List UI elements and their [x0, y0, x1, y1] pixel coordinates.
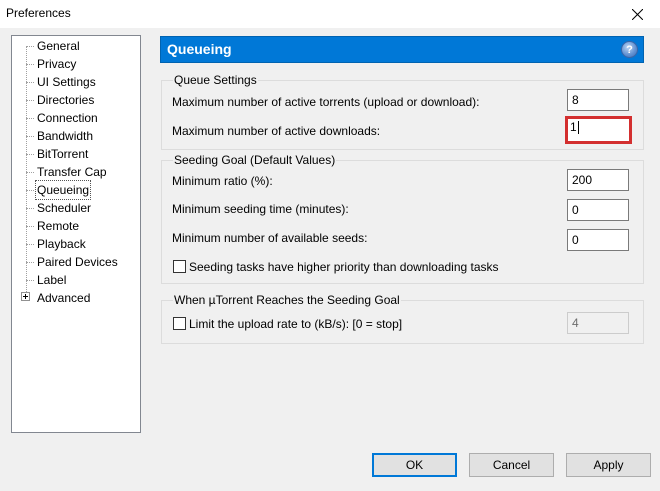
queue-settings-title: Queue Settings [173, 73, 258, 87]
tree-item-queueing[interactable]: Queueing [34, 180, 92, 200]
tree-connector [26, 118, 34, 119]
tree-connector [26, 154, 34, 155]
min-ratio-input[interactable]: 200 [567, 169, 629, 191]
tree-item-general[interactable]: General [36, 37, 81, 55]
max-active-downloads-input[interactable]: 1 [565, 116, 632, 144]
tree-item-transfer-cap[interactable]: Transfer Cap [36, 163, 108, 181]
tree-connector [26, 136, 34, 137]
tree-connector [26, 100, 34, 101]
tree-item-paired-devices[interactable]: Paired Devices [36, 253, 119, 271]
max-active-downloads-value: 1 [570, 120, 577, 134]
max-active-torrents-label: Maximum number of active torrents (uploa… [172, 95, 480, 109]
tree-item-bittorrent[interactable]: BitTorrent [36, 145, 89, 163]
limit-upload-input: 4 [567, 312, 629, 334]
tree-connector [26, 208, 34, 209]
seeding-priority-label[interactable]: Seeding tasks have higher priority than … [189, 260, 499, 274]
tree-item-advanced[interactable]: Advanced [36, 289, 91, 307]
window-title: Preferences [6, 6, 71, 20]
seeding-goal-title: Seeding Goal (Default Values) [173, 153, 337, 167]
tree-connector [26, 244, 34, 245]
limit-upload-checkbox[interactable] [173, 317, 186, 330]
category-tree[interactable]: General Privacy UI Settings Directories … [11, 35, 141, 433]
tree-connector [26, 280, 34, 281]
tree-item-ui-settings[interactable]: UI Settings [36, 73, 97, 91]
ok-button[interactable]: OK [372, 453, 457, 477]
question-icon[interactable]: ? [621, 41, 638, 58]
min-seeding-time-label: Minimum seeding time (minutes): [172, 202, 349, 216]
tree-item-connection[interactable]: Connection [36, 109, 99, 127]
tree-item-directories[interactable]: Directories [36, 91, 95, 109]
apply-button[interactable]: Apply [566, 453, 651, 477]
title-bar: Preferences [0, 0, 660, 28]
close-icon [631, 8, 643, 20]
close-button[interactable] [614, 0, 660, 28]
tree-connector [26, 64, 34, 65]
seeding-priority-checkbox[interactable] [173, 260, 186, 273]
section-header: Queueing ? [160, 36, 644, 63]
min-seeds-label: Minimum number of available seeds: [172, 231, 368, 245]
tree-item-remote[interactable]: Remote [36, 217, 80, 235]
text-caret [577, 121, 579, 135]
tree-item-label[interactable]: Label [36, 271, 67, 289]
tree-item-playback[interactable]: Playback [36, 235, 87, 253]
tree-connector [26, 46, 27, 296]
tree-item-bandwidth[interactable]: Bandwidth [36, 127, 94, 145]
tree-connector [26, 226, 34, 227]
tree-item-privacy[interactable]: Privacy [36, 55, 77, 73]
tree-connector [26, 46, 34, 47]
tree-connector [26, 190, 34, 191]
section-title: Queueing [167, 41, 232, 57]
max-active-torrents-input[interactable]: 8 [567, 89, 629, 111]
tree-connector [26, 262, 34, 263]
cancel-button[interactable]: Cancel [469, 453, 554, 477]
tree-connector [26, 172, 34, 173]
limit-upload-label[interactable]: Limit the upload rate to (kB/s): [0 = st… [189, 317, 402, 331]
tree-item-scheduler[interactable]: Scheduler [36, 199, 92, 217]
min-ratio-label: Minimum ratio (%): [172, 174, 273, 188]
max-active-downloads-label: Maximum number of active downloads: [172, 124, 381, 138]
min-seeding-time-input[interactable]: 0 [567, 199, 629, 221]
tree-connector [26, 82, 34, 83]
min-seeds-input[interactable]: 0 [567, 229, 629, 251]
expand-plus-icon[interactable] [21, 292, 30, 301]
goal-reached-title: When µTorrent Reaches the Seeding Goal [173, 293, 401, 307]
